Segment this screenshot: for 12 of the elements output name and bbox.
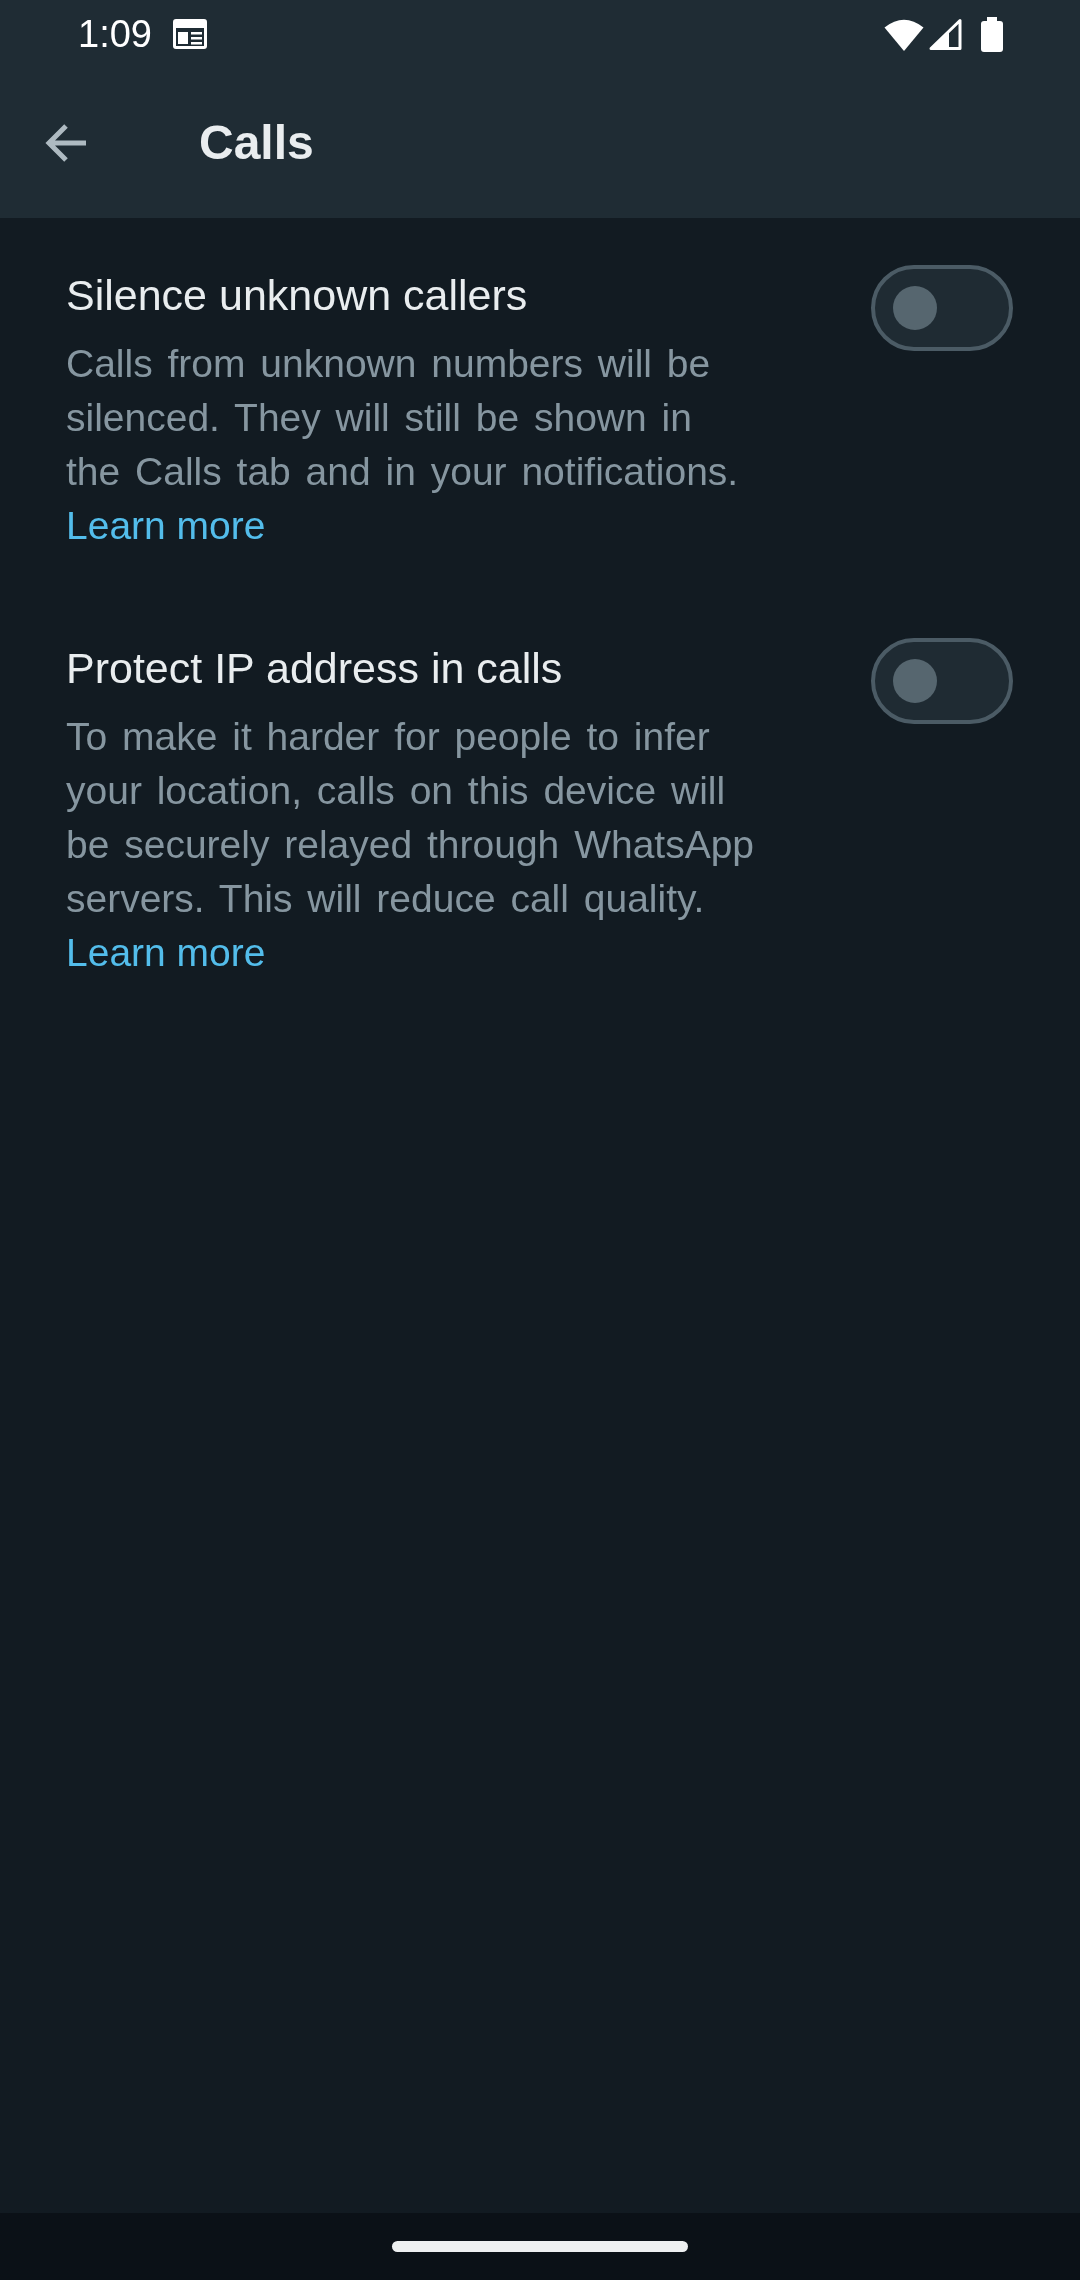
learn-more-link[interactable]: Learn more: [66, 504, 266, 547]
learn-more-link[interactable]: Learn more: [66, 931, 266, 974]
calendar-icon: [172, 19, 207, 49]
setting-title: Protect IP address in calls: [66, 643, 564, 694]
wifi-icon: [884, 17, 924, 51]
setting-title: Silence unknown callers: [66, 270, 529, 321]
status-time: 1:09: [78, 15, 152, 53]
signal-icon: [928, 18, 962, 50]
setting-description: To make it harder for people to infer your location, calls on this device will be securely relayed through WhatsApp servers. This will reduce call quality.: [66, 714, 756, 922]
screen-title: Calls: [199, 115, 314, 172]
setting-description: Calls from unknown numbers will be silenced. They will still be shown in the Calls tab and in your notifications.: [66, 341, 740, 495]
battery-icon: [981, 16, 1003, 52]
